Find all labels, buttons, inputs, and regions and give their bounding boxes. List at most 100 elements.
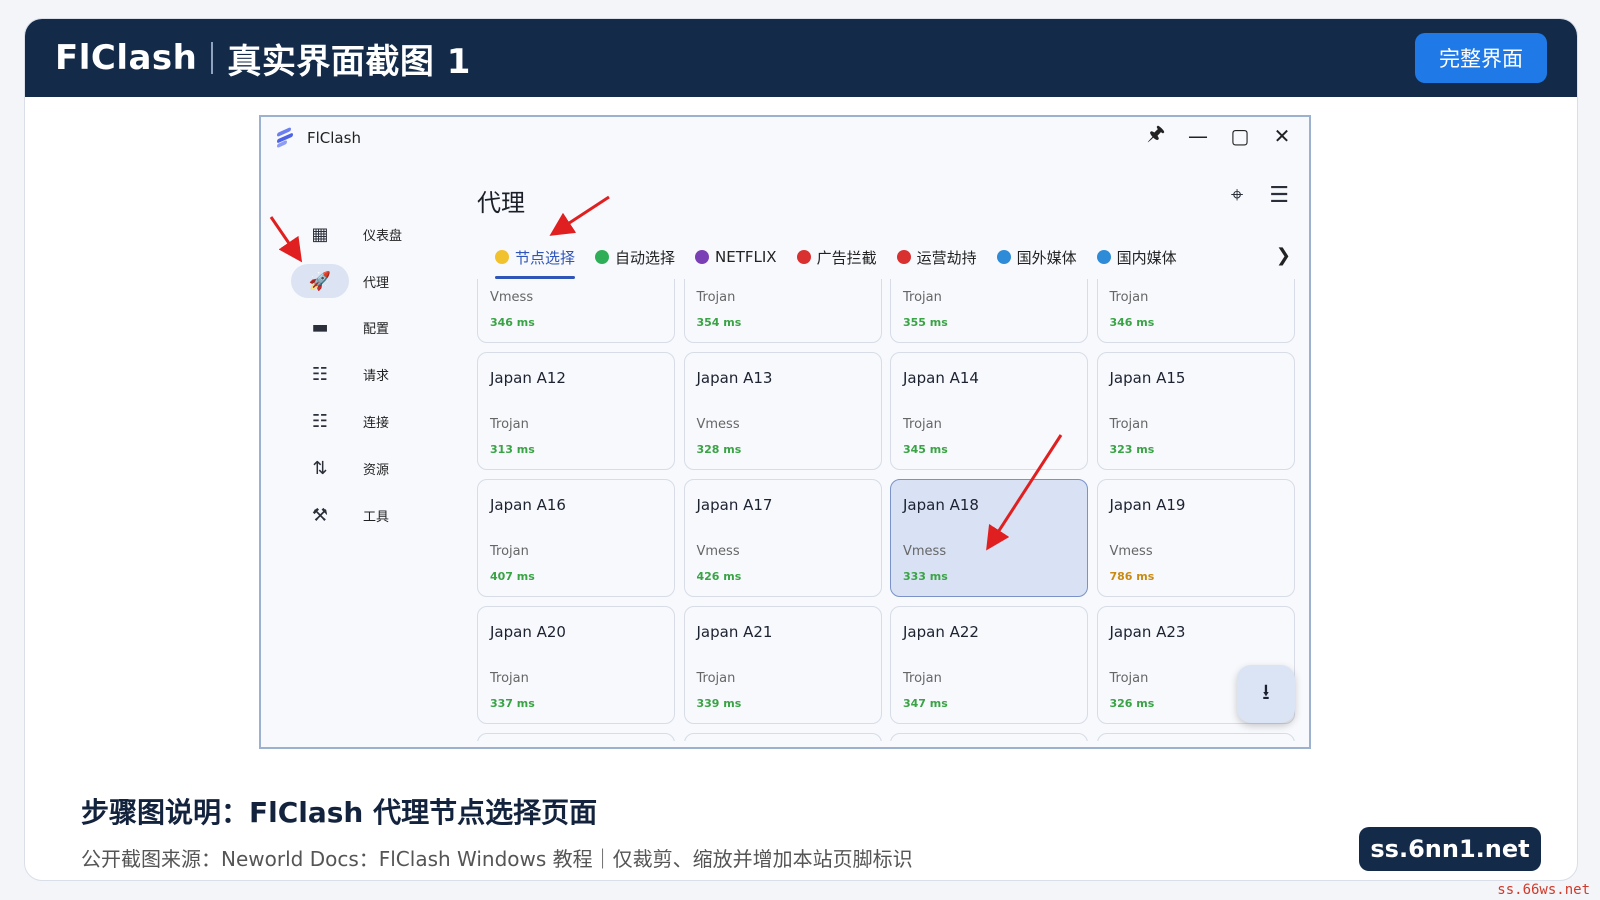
caption-source: 公开截图来源：Neworld Docs：FlClash Windows 教程｜仅… [81,847,913,871]
flclash-logo-icon [275,126,295,149]
node-protocol: Vmess [696,544,740,559]
node-protocol: Vmess [490,290,534,305]
tab-5[interactable]: 国外媒体 [996,235,1097,279]
proxy-node-card[interactable]: Japan A13 Vmess 328 ms [683,352,882,470]
app-screenshot: FlClash 🖈 — ▢ ✕ ▦ 仪表盘 🚀 代理 ▬ 配置 ☷ 请求 ☷ 连接 ⇅ 资源 ⚒ 工具 代… [259,115,1311,749]
tab-3[interactable]: 广告拦截 [796,235,897,279]
node-protocol: Trojan [1109,417,1149,432]
node-name: Japan A21 [696,623,773,641]
tab-label: 运营劫持 [916,248,977,267]
page-title: 代理 [477,189,525,217]
proxy-node-card[interactable]: Japan A18 Vmess 333 ms [890,479,1088,597]
node-name: Japan A17 [696,496,773,514]
page-tools: ⌖ ☰ [1231,183,1289,208]
group-icon [495,250,509,264]
node-protocol: Trojan [696,671,736,686]
node-latency: 355 ms [903,316,948,329]
proxy-node-card[interactable] [477,733,675,741]
sidebar-item-4[interactable]: ☷ 连接 [291,398,441,445]
proxy-node-card[interactable] [1096,733,1295,741]
proxy-node-card[interactable]: Japan A12 Trojan 313 ms [477,352,675,470]
node-latency: 786 ms [1109,570,1155,583]
sidebar-item-5[interactable]: ⇅ 资源 [291,445,441,492]
proxy-node-card[interactable]: Japan A22 Trojan 347 ms [890,606,1088,724]
folder-icon: ▬ [311,317,329,339]
node-protocol: Trojan [696,290,736,305]
tab-label: 国内媒体 [1116,248,1177,267]
node-name: Japan A18 [903,496,979,514]
node-latency: 345 ms [903,443,948,456]
proxy-node-card[interactable] [890,733,1088,741]
filter-settings-icon[interactable]: ☰ [1269,183,1289,208]
tab-label: NETFLIX [715,248,777,266]
sidebar-item-label: 工具 [363,509,390,525]
node-latency: 407 ms [490,570,535,583]
sidebar-item-label: 连接 [363,416,390,432]
tab-label: 广告拦截 [816,248,877,267]
request-icon: ☷ [311,364,329,386]
node-protocol: Trojan [1109,290,1149,305]
node-name: Japan A12 [490,369,566,387]
sidebar-item-label: 请求 [363,369,390,385]
rocket-icon: 🚀 [291,264,349,299]
sidebar-item-3[interactable]: ☷ 请求 [291,351,441,398]
node-name: Japan A23 [1109,623,1186,641]
proxy-node-card[interactable]: Japan A19 Vmess 786 ms [1096,479,1295,597]
node-latency: 328 ms [696,443,742,456]
node-protocol: Trojan [903,417,942,432]
header-title: FlClash 真实界面截图 1 [55,34,471,83]
proxy-node-card[interactable] [683,733,882,741]
scroll-to-selected-button[interactable]: ⭳ [1237,665,1295,723]
tab-0[interactable]: 节点选择 [477,235,595,279]
resources-icon: ⇅ [312,457,328,479]
node-latency: 346 ms [1109,316,1155,329]
window-titlebar: FlClash [275,126,361,149]
node-name: Japan A16 [490,496,566,514]
locate-icon[interactable]: ⌖ [1231,183,1243,208]
node-name: Japan A15 [1109,369,1186,387]
tabs-next-icon[interactable]: ❯ [1276,245,1291,266]
slide-frame: FlClash 真实界面截图 1 完整界面 FlClash 🖈 — ▢ ✕ ▦ 仪… [24,18,1578,881]
sidebar-item-0[interactable]: ▦ 仪表盘 [291,211,441,258]
node-protocol: Vmess [903,544,947,559]
proxy-node-card[interactable]: Japan A14 Trojan 345 ms [890,352,1088,470]
node-protocol: Trojan [1109,671,1149,686]
sidebar-item-6[interactable]: ⚒ 工具 [291,492,441,539]
proxy-node-card[interactable]: Trojan 346 ms [1096,279,1295,343]
node-name: Japan A20 [490,623,566,641]
proxy-node-card[interactable]: Japan A20 Trojan 337 ms [477,606,675,724]
window-title: FlClash [307,129,361,147]
sidebar: ▦ 仪表盘 🚀 代理 ▬ 配置 ☷ 请求 ☷ 连接 ⇅ 资源 ⚒ 工具 [291,211,441,539]
tab-2[interactable]: NETFLIX [695,235,797,279]
sidebar-item-2[interactable]: ▬ 配置 [291,305,441,352]
minimize-icon[interactable]: — [1185,123,1211,149]
group-icon [796,250,811,264]
proxy-node-card[interactable]: Japan A16 Trojan 407 ms [477,479,675,597]
maximize-icon[interactable]: ▢ [1227,123,1253,149]
node-latency: 347 ms [903,697,948,710]
tab-label: 国外媒体 [1016,248,1077,267]
sidebar-item-1[interactable]: 🚀 代理 [291,258,441,305]
group-icon [595,250,610,264]
group-icon [1096,250,1111,264]
proxy-node-card[interactable]: Japan A15 Trojan 323 ms [1096,352,1295,470]
pin-icon[interactable]: 🖈 [1143,121,1169,149]
header-subtitle: 真实界面截图 1 [227,41,471,82]
tab-1[interactable]: 自动选择 [595,235,695,279]
node-name: Japan A22 [903,623,979,641]
proxy-node-card[interactable]: Japan A17 Vmess 426 ms [683,479,882,597]
node-latency: 339 ms [696,697,742,710]
tab-6[interactable]: 国内媒体 [1096,235,1197,279]
proxy-node-card[interactable]: Vmess 346 ms [477,279,675,343]
node-protocol: Trojan [903,671,942,686]
tab-4[interactable]: 运营劫持 [896,235,997,279]
full-ui-button[interactable]: 完整界面 [1415,33,1547,83]
proxy-node-card[interactable]: Japan A21 Trojan 339 ms [683,606,882,724]
group-icon [896,250,911,264]
close-icon[interactable]: ✕ [1269,123,1295,149]
proxy-node-card[interactable]: Trojan 355 ms [890,279,1088,343]
dashboard-icon: ▦ [311,223,329,245]
node-latency: 354 ms [696,316,742,329]
proxy-node-card[interactable]: Trojan 354 ms [683,279,882,343]
node-latency: 313 ms [490,443,535,456]
